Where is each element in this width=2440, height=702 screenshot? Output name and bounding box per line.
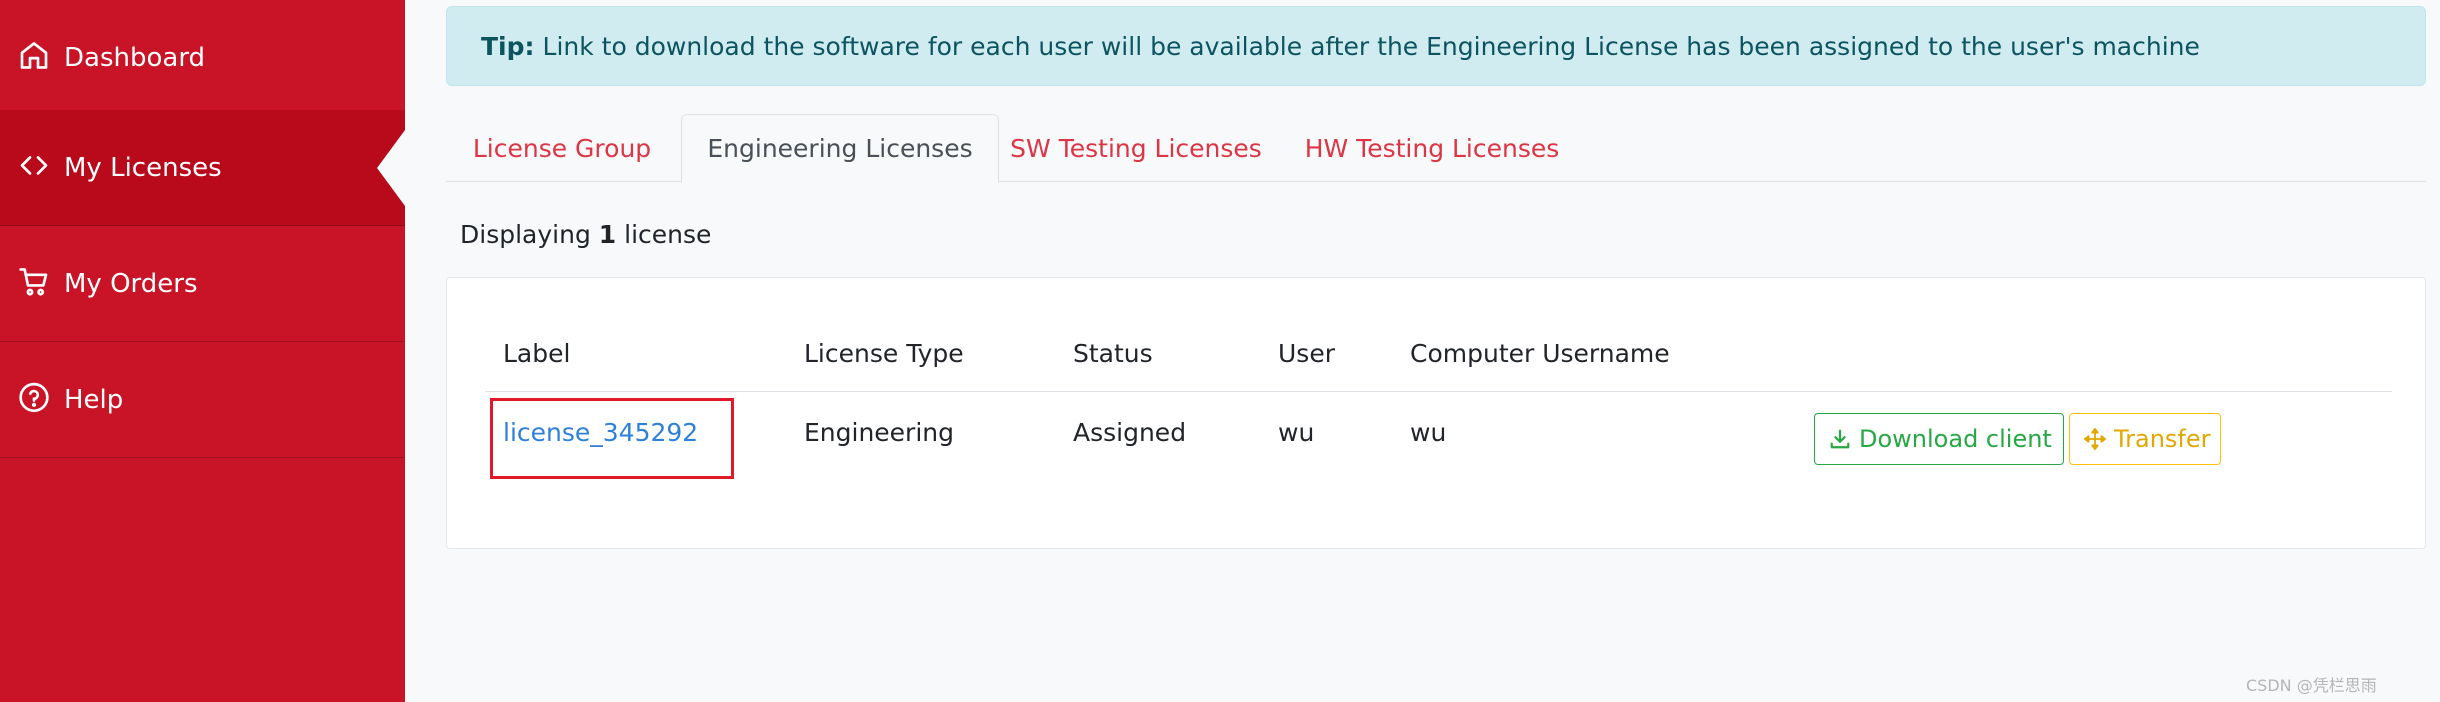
transfer-label: Transfer	[2114, 425, 2211, 453]
sidebar-item-my-licenses[interactable]: My Licenses	[0, 110, 405, 226]
move-arrows-icon	[2084, 428, 2106, 450]
user-cell: wu	[1278, 418, 1315, 447]
sidebar-item-my-orders[interactable]: My Orders	[0, 226, 405, 342]
column-header-computer-username: Computer Username	[1410, 339, 1670, 368]
download-client-button[interactable]: Download client	[1814, 413, 2064, 465]
question-circle-icon	[19, 382, 49, 412]
tab-sw-testing-licenses[interactable]: SW Testing Licenses	[1002, 114, 1270, 182]
sidebar-item-dashboard[interactable]: Dashboard	[0, 0, 405, 116]
tip-alert: Tip: Link to download the software for e…	[446, 6, 2426, 86]
cart-icon	[19, 267, 48, 296]
column-header-status: Status	[1073, 339, 1153, 368]
column-header-label: Label	[503, 339, 571, 368]
displaying-suffix: license	[624, 220, 712, 249]
home-icon	[20, 41, 48, 69]
displaying-prefix: Displaying	[460, 220, 591, 249]
status-cell: Assigned	[1073, 418, 1187, 447]
download-icon	[1830, 429, 1850, 449]
sidebar: Dashboard My Licenses My Orders Help	[0, 0, 405, 702]
tab-engineering-licenses[interactable]: Engineering Licenses	[681, 114, 999, 183]
computer-username-cell: wu	[1410, 418, 1447, 447]
sidebar-item-label: My Orders	[64, 268, 198, 299]
table-header-divider	[485, 391, 2392, 392]
sidebar-item-help[interactable]: Help	[0, 342, 405, 458]
tab-license-group[interactable]: License Group	[446, 114, 678, 182]
license-label-link[interactable]: license_345292	[503, 418, 698, 447]
transfer-button[interactable]: Transfer	[2069, 413, 2221, 465]
column-header-user: User	[1278, 339, 1335, 368]
license-type-cell: Engineering	[804, 418, 954, 447]
licenses-table: Label License Type Status User Computer …	[446, 277, 2426, 549]
license-tabs: License Group Engineering Licenses SW Te…	[446, 114, 2426, 183]
sidebar-item-label: Dashboard	[64, 42, 206, 73]
displaying-count: Displaying 1 license	[460, 220, 711, 249]
tab-hw-testing-licenses[interactable]: HW Testing Licenses	[1282, 114, 1582, 182]
sidebar-item-label: Help	[64, 384, 124, 415]
active-indicator	[377, 129, 405, 206]
watermark: CSDN @凭栏思雨	[2246, 676, 2377, 695]
tip-strong: Tip:	[481, 31, 535, 61]
column-header-license-type: License Type	[804, 339, 964, 368]
sidebar-item-label: My Licenses	[64, 152, 222, 183]
code-icon	[20, 155, 48, 175]
download-client-label: Download client	[1859, 425, 2052, 453]
displaying-number: 1	[598, 220, 617, 249]
tip-text: Link to download the software for each u…	[542, 31, 2200, 61]
